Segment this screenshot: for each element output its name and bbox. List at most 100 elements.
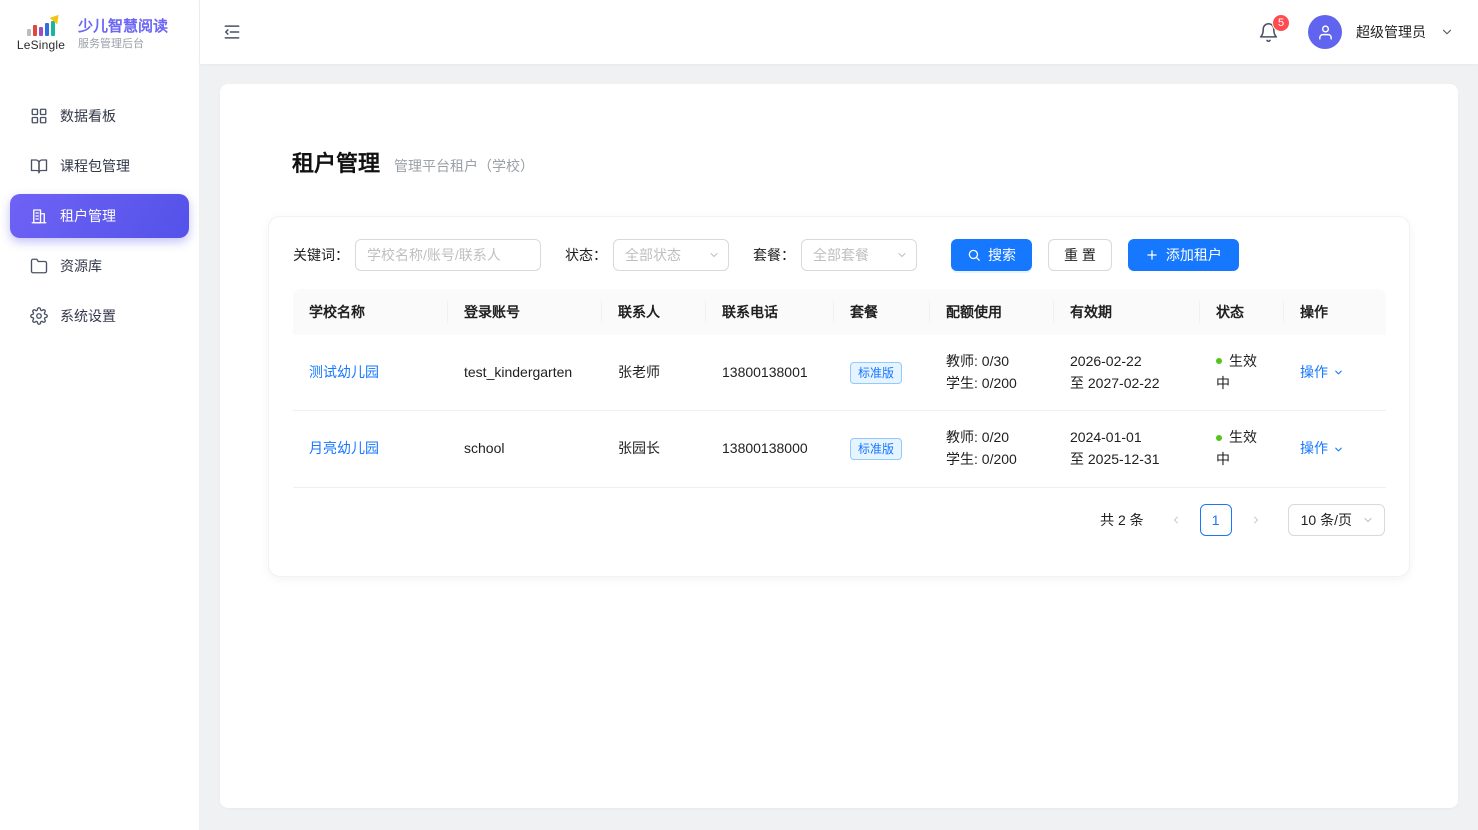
col-validity: 有效期 xyxy=(1054,289,1200,335)
pagination: 共 2 条 1 10 条/页 xyxy=(293,504,1385,536)
brand-text: 少儿智慧阅读 服务管理后台 xyxy=(78,17,168,53)
sidebar-item-settings[interactable]: 系统设置 xyxy=(10,294,189,338)
contact-cell: 张老师 xyxy=(602,335,706,411)
chevron-right-icon xyxy=(1250,514,1262,526)
col-contact: 联系人 xyxy=(602,289,706,335)
chevron-down-icon xyxy=(1333,367,1344,378)
search-button-label: 搜索 xyxy=(988,245,1016,265)
notification-bell[interactable]: 5 xyxy=(1258,19,1284,45)
brand-title: 少儿智慧阅读 xyxy=(78,17,168,37)
plan-label: 套餐： xyxy=(753,245,795,265)
col-plan: 套餐 xyxy=(834,289,930,335)
table-row: 测试幼儿园 test_kindergarten 张老师 13800138001 … xyxy=(293,335,1386,411)
notification-badge: 5 xyxy=(1272,14,1290,32)
chevron-down-icon xyxy=(1362,514,1374,526)
menu-fold-icon[interactable] xyxy=(222,21,244,43)
book-icon xyxy=(30,157,48,175)
chevron-down-icon xyxy=(708,249,720,261)
reset-button-label: 重 置 xyxy=(1064,245,1096,265)
col-status: 状态 xyxy=(1200,289,1284,335)
page-size-select[interactable]: 10 条/页 xyxy=(1288,504,1385,536)
col-action: 操作 xyxy=(1284,289,1386,335)
action-label: 操作 xyxy=(1300,362,1328,384)
folder-icon xyxy=(30,257,48,275)
page-number-1[interactable]: 1 xyxy=(1200,504,1232,536)
contact-cell: 张园长 xyxy=(602,411,706,487)
plan-badge: 标准版 xyxy=(850,362,902,384)
sidebar-item-course-packages[interactable]: 课程包管理 xyxy=(10,144,189,188)
col-phone: 联系电话 xyxy=(706,289,834,335)
plan-badge: 标准版 xyxy=(850,438,902,460)
prev-page-button[interactable] xyxy=(1160,504,1192,536)
avatar[interactable] xyxy=(1308,15,1342,49)
phone-cell: 13800138000 xyxy=(706,411,834,487)
chevron-left-icon xyxy=(1170,514,1182,526)
sidebar: LeSingle 少儿智慧阅读 服务管理后台 数据看板 课程包管理 xyxy=(0,0,200,830)
logo-text: LeSingle xyxy=(17,38,65,52)
dashboard-icon xyxy=(30,107,48,125)
filter-row: 关键词： 状态： 全部状态 套餐： 全部套餐 xyxy=(293,239,1385,271)
chevron-down-icon[interactable] xyxy=(1440,25,1454,39)
col-account: 登录账号 xyxy=(448,289,602,335)
plus-icon xyxy=(1145,248,1159,262)
school-link[interactable]: 测试幼儿园 xyxy=(309,364,379,380)
brand-subtitle: 服务管理后台 xyxy=(78,37,168,52)
quota-cell: 教师: 0/20 学生: 0/200 xyxy=(930,411,1054,487)
status-dot xyxy=(1216,435,1222,441)
row-action-dropdown[interactable]: 操作 xyxy=(1300,362,1344,384)
quota-cell: 教师: 0/30 学生: 0/200 xyxy=(930,335,1054,411)
sidebar-item-label: 租户管理 xyxy=(60,206,116,226)
search-button[interactable]: 搜索 xyxy=(951,239,1032,271)
logo-bars-icon xyxy=(27,18,55,36)
tenant-table: 学校名称 登录账号 联系人 联系电话 套餐 配额使用 有效期 状态 操作 xyxy=(293,289,1386,488)
pagination-total: 共 2 条 xyxy=(1100,510,1144,530)
lesingle-logo: LeSingle xyxy=(14,18,68,52)
page-subtitle: 管理平台租户（学校） xyxy=(394,156,534,176)
action-label: 操作 xyxy=(1300,438,1328,460)
content: 租户管理 管理平台租户（学校） 关键词： 状态： 全部状态 xyxy=(200,64,1478,830)
account-cell: school xyxy=(448,411,602,487)
page-card: 租户管理 管理平台租户（学校） 关键词： 状态： 全部状态 xyxy=(220,84,1458,808)
sidebar-item-dashboard[interactable]: 数据看板 xyxy=(10,94,189,138)
sidebar-menu: 数据看板 课程包管理 租户管理 资源库 xyxy=(0,70,199,338)
status-badge: 生效中 xyxy=(1200,335,1284,411)
sidebar-item-tenants[interactable]: 租户管理 xyxy=(10,194,189,238)
user-icon xyxy=(1317,24,1334,41)
status-label: 状态： xyxy=(565,245,607,265)
col-school: 学校名称 xyxy=(293,289,448,335)
brand: LeSingle 少儿智慧阅读 服务管理后台 xyxy=(0,0,199,70)
user-name: 超级管理员 xyxy=(1356,22,1426,42)
search-icon xyxy=(967,248,981,262)
validity-cell: 2026-02-22 至 2027-02-22 xyxy=(1054,335,1200,411)
plan-select-value: 全部套餐 xyxy=(813,245,869,265)
plan-select[interactable]: 全部套餐 xyxy=(801,239,917,271)
chevron-down-icon xyxy=(896,249,908,261)
table-header: 学校名称 登录账号 联系人 联系电话 套餐 配额使用 有效期 状态 操作 xyxy=(293,289,1386,335)
school-link[interactable]: 月亮幼儿园 xyxy=(309,440,379,456)
next-page-button[interactable] xyxy=(1240,504,1272,536)
status-badge: 生效中 xyxy=(1200,411,1284,487)
status-dot xyxy=(1216,358,1222,364)
add-tenant-button[interactable]: 添加租户 xyxy=(1128,239,1239,271)
building-icon xyxy=(30,207,48,225)
validity-cell: 2024-01-01 至 2025-12-31 xyxy=(1054,411,1200,487)
status-select[interactable]: 全部状态 xyxy=(613,239,729,271)
sidebar-item-label: 数据看板 xyxy=(60,106,116,126)
add-tenant-button-label: 添加租户 xyxy=(1166,245,1222,265)
app-root: LeSingle 少儿智慧阅读 服务管理后台 数据看板 课程包管理 xyxy=(0,0,1478,830)
col-quota: 配额使用 xyxy=(930,289,1054,335)
sidebar-item-label: 系统设置 xyxy=(60,306,116,326)
page-title: 租户管理 xyxy=(292,146,380,178)
phone-cell: 13800138001 xyxy=(706,335,834,411)
chevron-down-icon xyxy=(1333,444,1344,455)
gear-icon xyxy=(30,307,48,325)
account-cell: test_kindergarten xyxy=(448,335,602,411)
keyword-input[interactable] xyxy=(355,239,541,271)
keyword-label: 关键词： xyxy=(293,245,349,265)
top-header: 5 超级管理员 xyxy=(200,0,1478,64)
status-select-value: 全部状态 xyxy=(625,245,681,265)
reset-button[interactable]: 重 置 xyxy=(1048,239,1112,271)
sidebar-item-resources[interactable]: 资源库 xyxy=(10,244,189,288)
row-action-dropdown[interactable]: 操作 xyxy=(1300,438,1344,460)
sidebar-item-label: 课程包管理 xyxy=(60,156,130,176)
